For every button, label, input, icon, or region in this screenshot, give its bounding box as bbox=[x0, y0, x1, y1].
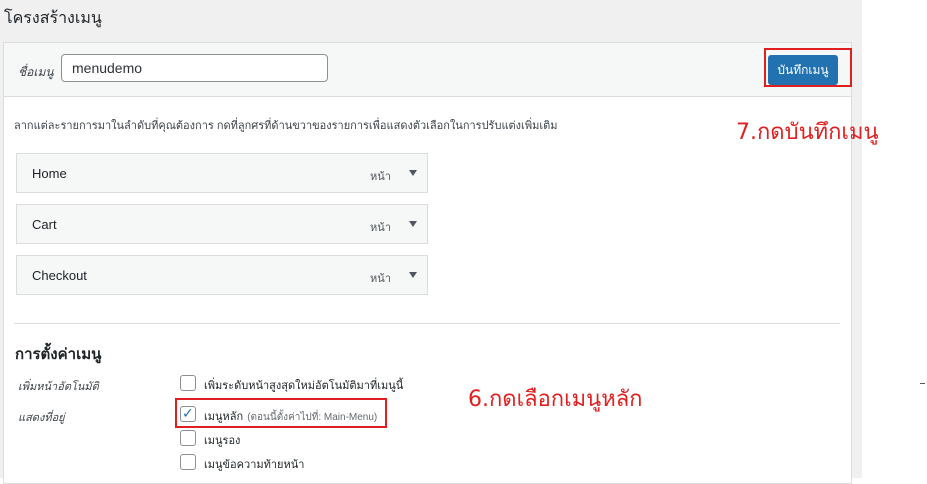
chevron-down-icon[interactable] bbox=[409, 272, 417, 278]
footer-menu-checkbox[interactable] bbox=[180, 454, 196, 470]
menu-item-home[interactable]: Home หน้า bbox=[16, 153, 428, 193]
page-title: โครงสร้างเมนู bbox=[4, 10, 102, 27]
display-location-label: แสดงที่อยู่ bbox=[18, 412, 65, 424]
auto-add-option-label: เพิ่มระดับหน้าสูงสุดใหม่อัตโนมัติมาที่เม… bbox=[204, 380, 404, 392]
auto-add-label: เพิ่มหน้าอัตโนมัติ bbox=[18, 381, 99, 393]
footer-menu-option-label: เมนูข้อความท้ายหน้า bbox=[204, 459, 305, 471]
chevron-down-icon[interactable] bbox=[409, 221, 417, 227]
menu-item-type: หน้า bbox=[370, 171, 391, 183]
select-main-annotation: 6.กดเลือกเมนูหลัก bbox=[468, 387, 643, 412]
menu-item-title: Cart bbox=[32, 217, 57, 232]
save-menu-button[interactable]: บันทึกเมนู bbox=[768, 55, 838, 85]
menu-item-title: Home bbox=[32, 166, 67, 181]
menu-name-label: ชื่อเมนู bbox=[18, 65, 54, 79]
menu-item-checkout[interactable]: Checkout หน้า bbox=[16, 255, 428, 295]
menu-name-input[interactable]: menudemo bbox=[61, 54, 328, 82]
save-annotation: 7.กดบันทึกเมนู bbox=[736, 120, 879, 145]
menu-header: ชื่อเมนู menudemo บันทึกเมนู bbox=[4, 43, 852, 97]
main-menu-highlight-box bbox=[175, 398, 387, 428]
secondary-menu-option-label: เมนูรอง bbox=[204, 435, 241, 447]
menu-item-type: หน้า bbox=[370, 273, 391, 285]
menu-item-cart[interactable]: Cart หน้า bbox=[16, 204, 428, 244]
menu-instructions: ลากแต่ละรายการมาในลำดับที่คุณต้องการ กดท… bbox=[14, 120, 558, 132]
menu-settings-title: การตั้งค่าเมนู bbox=[15, 346, 102, 363]
menu-item-type: หน้า bbox=[370, 222, 391, 234]
chevron-down-icon[interactable] bbox=[409, 170, 417, 176]
edge-mark bbox=[920, 383, 925, 384]
menu-item-title: Checkout bbox=[32, 268, 87, 283]
menu-editor: ชื่อเมนู menudemo บันทึกเมนู ลากแต่ละราย… bbox=[3, 42, 852, 484]
section-divider bbox=[14, 323, 840, 324]
auto-add-checkbox[interactable] bbox=[180, 375, 196, 391]
secondary-menu-checkbox[interactable] bbox=[180, 430, 196, 446]
